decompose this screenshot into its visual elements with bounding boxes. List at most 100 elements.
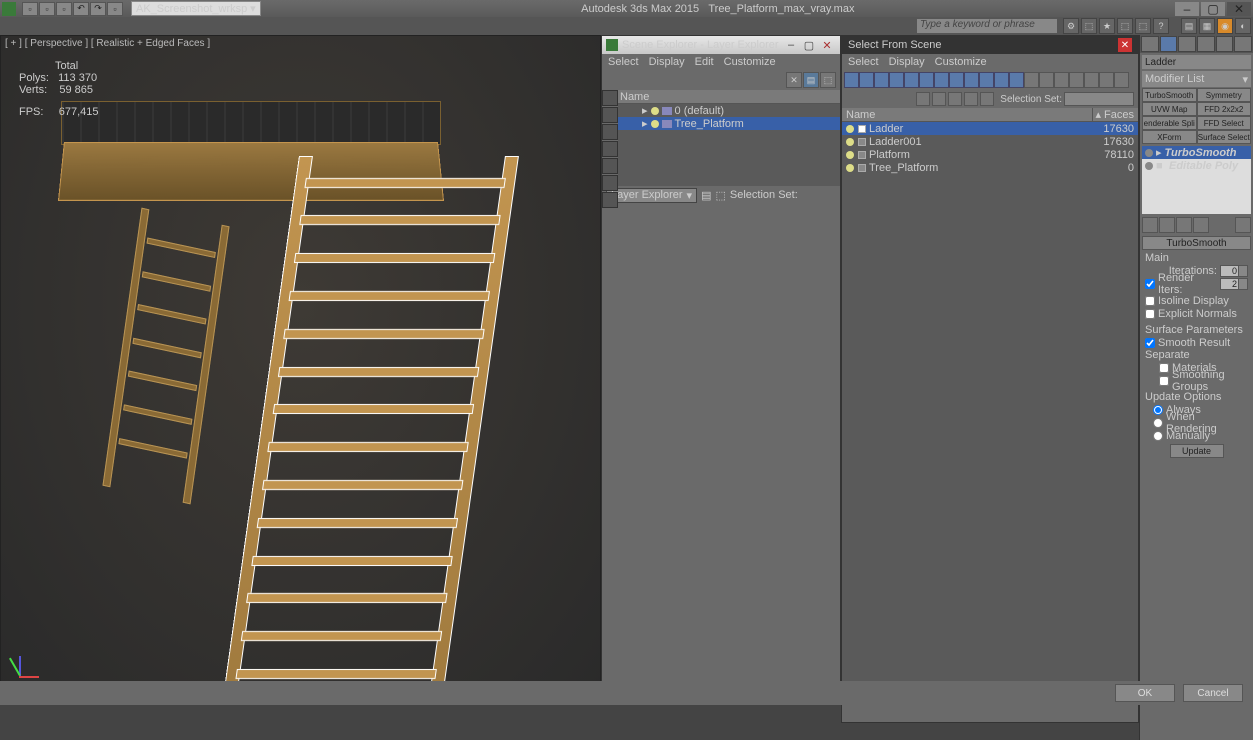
search-input[interactable]: Type a keyword or phrase [917, 19, 1057, 33]
minimize-button[interactable]: – [1175, 2, 1199, 16]
pin-stack-icon[interactable] [1142, 217, 1158, 233]
viewport-perspective[interactable]: [ + ] [ Perspective ] [ Realistic + Edge… [0, 35, 601, 705]
tb-icon[interactable]: ⬚ [715, 189, 725, 202]
tool-icon[interactable]: ◐ [1235, 18, 1251, 34]
selection-set-combo[interactable] [1064, 92, 1134, 106]
visibility-icon[interactable] [651, 120, 659, 128]
tb-icon[interactable]: ⬚ [820, 72, 836, 88]
help-icon[interactable]: ? [1153, 18, 1169, 34]
tree-row[interactable]: ▸0 (default) [618, 104, 840, 117]
object-row[interactable]: Ladder00117630 [842, 135, 1138, 148]
tb-icon[interactable] [964, 92, 978, 106]
mod-btn-ffdselect[interactable]: FFD Select [1197, 116, 1252, 130]
smooth-result-checkbox[interactable] [1145, 338, 1155, 348]
tab-display[interactable] [1216, 36, 1234, 52]
tab-create[interactable] [1141, 36, 1159, 52]
tb-icon[interactable]: ▤ [803, 72, 819, 88]
menu-customize[interactable]: Customize [724, 56, 776, 68]
tab-motion[interactable] [1197, 36, 1215, 52]
redo-button[interactable]: ↷ [90, 2, 106, 16]
undo-button[interactable]: ↶ [73, 2, 89, 16]
modifier-stack[interactable]: ▸ TurboSmooth■ Editable Poly [1142, 146, 1251, 214]
tb-icon[interactable] [932, 92, 946, 106]
mod-btn-surfaceselect[interactable]: Surface Select [1197, 130, 1252, 144]
rollout-turbosmooth-header[interactable]: TurboSmooth [1142, 236, 1251, 250]
object-name-field[interactable]: Ladder [1142, 55, 1251, 69]
filter-icon[interactable] [1039, 72, 1054, 88]
update-manually-radio[interactable] [1153, 431, 1163, 441]
select-scene-list[interactable]: Ladder17630Ladder00117630Platform78110Tr… [842, 122, 1138, 692]
mod-btn-symmetry[interactable]: Symmetry [1197, 88, 1252, 102]
filter-icon[interactable] [602, 124, 618, 140]
tb-icon[interactable] [948, 92, 962, 106]
visibility-icon[interactable] [846, 151, 854, 159]
filter-icon[interactable] [1084, 72, 1099, 88]
tool-icon[interactable]: ⚙ [1063, 18, 1079, 34]
tool-icon[interactable]: ★ [1099, 18, 1115, 34]
menu-select[interactable]: Select [608, 56, 639, 68]
filter-icon[interactable] [844, 72, 859, 88]
tb-icon[interactable] [916, 92, 930, 106]
mod-btn-turbosmooth[interactable]: TurboSmooth [1142, 88, 1197, 102]
modifier-list-combo[interactable]: Modifier List▾ [1142, 71, 1251, 87]
link-button[interactable]: ▫ [107, 2, 123, 16]
maximize-icon[interactable]: ▢ [800, 38, 818, 52]
menu-select[interactable]: Select [848, 56, 879, 68]
tool-icon[interactable]: ▤ [1181, 18, 1197, 34]
filter-icon[interactable] [1054, 72, 1069, 88]
iterations-spinner[interactable]: 0 [1220, 265, 1248, 277]
explorer-combo[interactable]: Layer Explorer▾ [606, 188, 697, 203]
modifier-item[interactable]: ▸ TurboSmooth [1142, 146, 1251, 159]
freeze-icon[interactable] [858, 138, 866, 146]
modifier-toggle-icon[interactable] [1145, 149, 1153, 157]
expand-icon[interactable]: ▸ [642, 104, 648, 117]
cancel-button[interactable]: Cancel [1183, 684, 1243, 702]
visibility-icon[interactable] [846, 125, 854, 133]
update-always-radio[interactable] [1153, 405, 1163, 415]
smoothing-groups-checkbox[interactable] [1159, 376, 1169, 386]
maximize-button[interactable]: ▢ [1201, 2, 1225, 16]
filter-icon[interactable] [859, 72, 874, 88]
object-row[interactable]: Tree_Platform0 [842, 161, 1138, 174]
mod-btn-renderable-spline[interactable]: enderable Spli [1142, 116, 1197, 130]
remove-modifier-icon[interactable] [1193, 217, 1209, 233]
tb-icon[interactable]: ✕ [786, 72, 802, 88]
filter-icon[interactable] [602, 158, 618, 174]
mod-btn-uvwmap[interactable]: UVW Map [1142, 102, 1197, 116]
scene-explorer-titlebar[interactable]: Scene Explorer - Layer Explorer – ▢ ✕ [602, 36, 840, 54]
workspace-selector[interactable]: AK_Screenshot_wrksp ▾ [131, 1, 261, 16]
materials-checkbox[interactable] [1159, 363, 1169, 373]
tool-icon[interactable]: ⬚ [1117, 18, 1133, 34]
menu-display[interactable]: Display [649, 56, 685, 68]
tool-icon[interactable]: ◉ [1217, 18, 1233, 34]
filter-icon[interactable] [934, 72, 949, 88]
tab-hierarchy[interactable] [1178, 36, 1196, 52]
object-row[interactable]: Platform78110 [842, 148, 1138, 161]
menu-edit[interactable]: Edit [695, 56, 714, 68]
filter-icon[interactable] [949, 72, 964, 88]
filter-icon[interactable] [874, 72, 889, 88]
close-button[interactable]: ✕ [1227, 2, 1251, 16]
filter-icon[interactable] [602, 192, 618, 208]
filter-icon[interactable] [964, 72, 979, 88]
render-iters-spinner[interactable]: 2 [1220, 278, 1248, 290]
scene-explorer-columns[interactable]: Name [602, 90, 840, 104]
visibility-icon[interactable] [846, 138, 854, 146]
menu-customize[interactable]: Customize [935, 56, 987, 68]
tb-icon[interactable] [980, 92, 994, 106]
mod-btn-xform[interactable]: XForm [1142, 130, 1197, 144]
tab-utilities[interactable] [1234, 36, 1252, 52]
filter-icon[interactable] [602, 90, 618, 106]
scene-tree[interactable]: ▸0 (default)▸Tree_Platform [618, 104, 840, 186]
filter-icon[interactable] [919, 72, 934, 88]
viewport-label[interactable]: [ + ] [ Perspective ] [ Realistic + Edge… [5, 38, 210, 49]
new-button[interactable]: ▫ [22, 2, 38, 16]
freeze-icon[interactable] [858, 125, 866, 133]
explicit-normals-checkbox[interactable] [1145, 309, 1155, 319]
tool-icon[interactable]: ▦ [1199, 18, 1215, 34]
close-icon[interactable]: ✕ [1118, 38, 1132, 52]
visibility-icon[interactable] [651, 107, 659, 115]
filter-icon[interactable] [1009, 72, 1024, 88]
make-unique-icon[interactable] [1176, 217, 1192, 233]
minimize-icon[interactable]: – [782, 38, 800, 52]
